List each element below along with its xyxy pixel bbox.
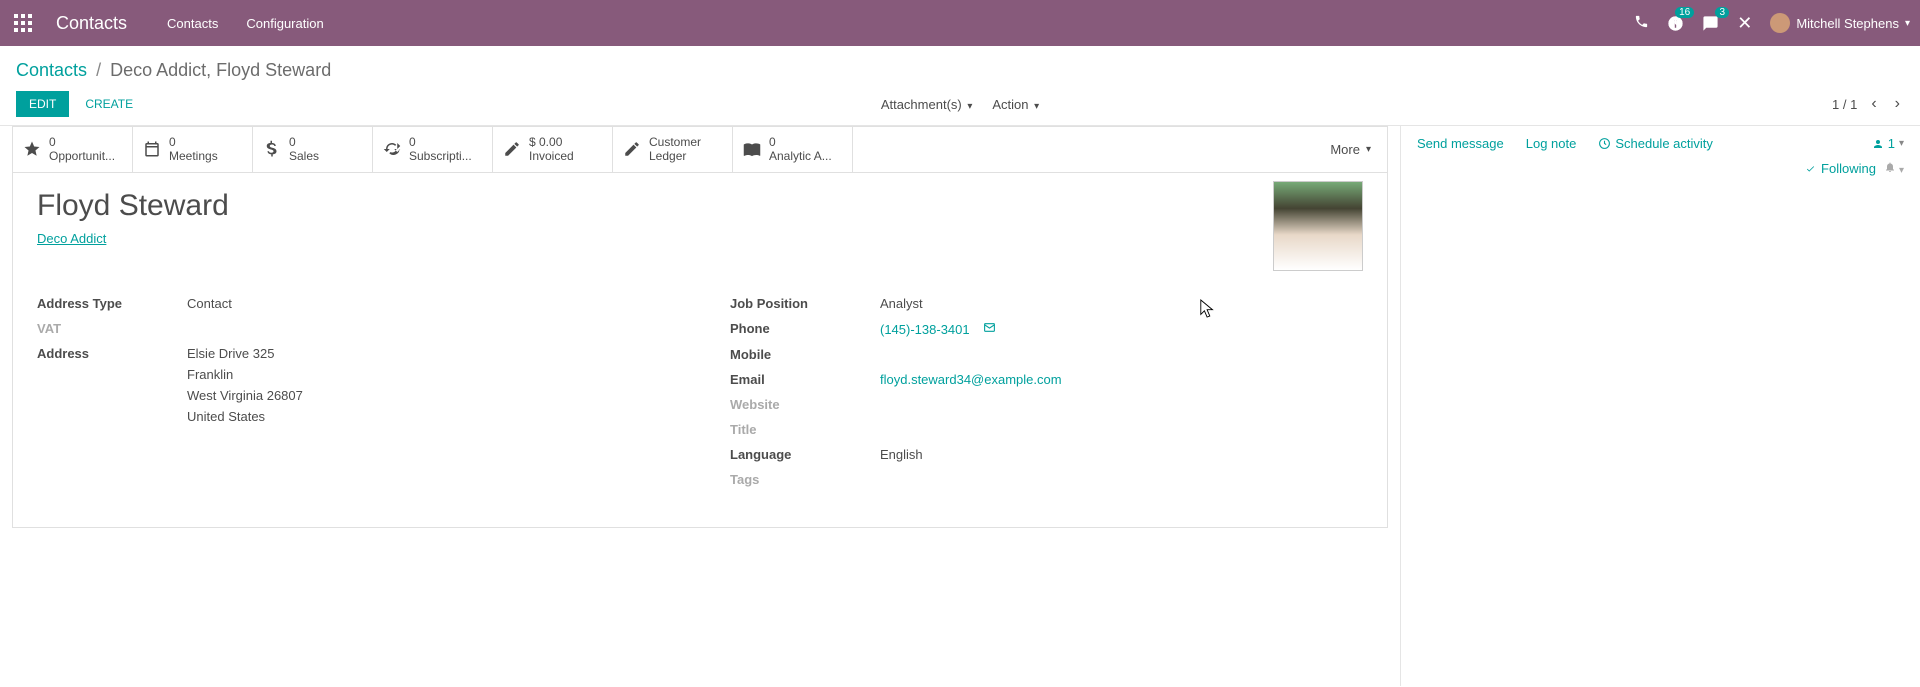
stat-analytic[interactable]: 0Analytic A... bbox=[733, 127, 853, 172]
calendar-icon bbox=[143, 140, 161, 158]
activity-badge: 16 bbox=[1675, 7, 1694, 18]
stat-sales[interactable]: 0Sales bbox=[253, 127, 373, 172]
schedule-activity-button[interactable]: Schedule activity bbox=[1598, 136, 1713, 151]
apps-grid-icon[interactable] bbox=[0, 14, 46, 32]
title-label: Title bbox=[730, 422, 880, 437]
pager-prev-button[interactable]: ‹ bbox=[1867, 95, 1880, 113]
phone-icon[interactable] bbox=[1634, 14, 1649, 32]
book-icon bbox=[743, 140, 761, 158]
action-dropdown[interactable]: Action ▾ bbox=[992, 97, 1039, 112]
create-button[interactable]: CREATE bbox=[77, 92, 141, 116]
control-panel: Contacts / Deco Addict, Floyd Steward ED… bbox=[0, 46, 1920, 126]
caret-down-icon: ▾ bbox=[1905, 18, 1910, 29]
refresh-icon bbox=[383, 140, 401, 158]
stat-opportunities[interactable]: 0Opportunit... bbox=[13, 127, 133, 172]
activity-icon[interactable]: 16 bbox=[1667, 15, 1684, 32]
attachments-dropdown[interactable]: Attachment(s) ▾ bbox=[881, 97, 973, 112]
stat-meetings[interactable]: 0Meetings bbox=[133, 127, 253, 172]
job-position-value: Analyst bbox=[880, 296, 923, 311]
edit-button[interactable]: EDIT bbox=[16, 91, 69, 117]
tags-label: Tags bbox=[730, 472, 880, 487]
language-label: Language bbox=[730, 447, 880, 462]
messaging-icon[interactable]: 3 bbox=[1702, 15, 1719, 32]
close-icon[interactable]: ✕ bbox=[1737, 13, 1752, 34]
contact-name: Floyd Steward bbox=[37, 189, 1363, 223]
star-icon bbox=[23, 140, 41, 158]
address-type-value: Contact bbox=[187, 296, 232, 311]
log-note-button[interactable]: Log note bbox=[1526, 136, 1577, 151]
check-icon bbox=[1804, 164, 1817, 174]
address-type-label: Address Type bbox=[37, 296, 187, 311]
ledger-line2: Ledger bbox=[649, 149, 701, 163]
user-avatar-icon bbox=[1770, 13, 1790, 33]
dollar-icon bbox=[263, 140, 281, 158]
followers-count[interactable]: 1 ▾ bbox=[1872, 136, 1904, 151]
mobile-label: Mobile bbox=[730, 347, 880, 362]
pager-text: 1 / 1 bbox=[1832, 97, 1857, 112]
pencil-square-icon bbox=[503, 140, 521, 158]
edit-icon bbox=[623, 140, 641, 158]
caret-down-icon: ▾ bbox=[1366, 144, 1371, 155]
chatter-panel: Send message Log note Schedule activity … bbox=[1400, 126, 1920, 686]
breadcrumb-root[interactable]: Contacts bbox=[16, 60, 87, 80]
user-menu[interactable]: Mitchell Stephens ▾ bbox=[1770, 13, 1910, 33]
clock-icon bbox=[1598, 137, 1611, 150]
following-button[interactable]: Following bbox=[1804, 161, 1876, 176]
person-icon bbox=[1872, 138, 1884, 150]
messaging-badge: 3 bbox=[1715, 7, 1729, 18]
bell-icon bbox=[1884, 161, 1896, 173]
breadcrumb: Contacts / Deco Addict, Floyd Steward bbox=[16, 60, 1904, 81]
pager-next-button[interactable]: › bbox=[1891, 95, 1904, 113]
user-name: Mitchell Stephens bbox=[1796, 16, 1899, 31]
app-title: Contacts bbox=[46, 13, 157, 34]
stat-buttons-bar: 0Opportunit... 0Meetings 0Sales 0Subscri… bbox=[13, 127, 1387, 173]
nav-contacts[interactable]: Contacts bbox=[167, 16, 218, 31]
website-label: Website bbox=[730, 397, 880, 412]
vat-label: VAT bbox=[37, 321, 187, 336]
company-link[interactable]: Deco Addict bbox=[37, 231, 106, 246]
phone-value[interactable]: (145)-138-3401 bbox=[880, 322, 970, 337]
address-value: Elsie Drive 325 Franklin West Virginia 2… bbox=[187, 346, 303, 424]
top-navbar: Contacts Contacts Configuration 16 3 ✕ M… bbox=[0, 0, 1920, 46]
contact-avatar bbox=[1273, 181, 1363, 271]
email-value[interactable]: floyd.steward34@example.com bbox=[880, 372, 1062, 387]
breadcrumb-current: Deco Addict, Floyd Steward bbox=[110, 60, 331, 80]
stat-customer-ledger[interactable]: CustomerLedger bbox=[613, 127, 733, 172]
send-message-button[interactable]: Send message bbox=[1417, 136, 1504, 151]
address-label: Address bbox=[37, 346, 187, 361]
nav-links: Contacts Configuration bbox=[167, 16, 324, 31]
nav-configuration[interactable]: Configuration bbox=[246, 16, 323, 31]
stat-subscriptions[interactable]: 0Subscripti... bbox=[373, 127, 493, 172]
email-label: Email bbox=[730, 372, 880, 387]
notification-bell[interactable]: ▾ bbox=[1884, 161, 1904, 176]
caret-down-icon: ▾ bbox=[1899, 138, 1904, 149]
ledger-line1: Customer bbox=[649, 135, 701, 149]
sms-icon[interactable] bbox=[983, 322, 996, 337]
phone-label: Phone bbox=[730, 321, 880, 336]
form-view: 0Opportunit... 0Meetings 0Sales 0Subscri… bbox=[0, 126, 1400, 686]
language-value: English bbox=[880, 447, 923, 462]
stat-more-button[interactable]: More ▾ bbox=[1314, 127, 1387, 172]
job-position-label: Job Position bbox=[730, 296, 880, 311]
stat-invoiced[interactable]: $ 0.00Invoiced bbox=[493, 127, 613, 172]
